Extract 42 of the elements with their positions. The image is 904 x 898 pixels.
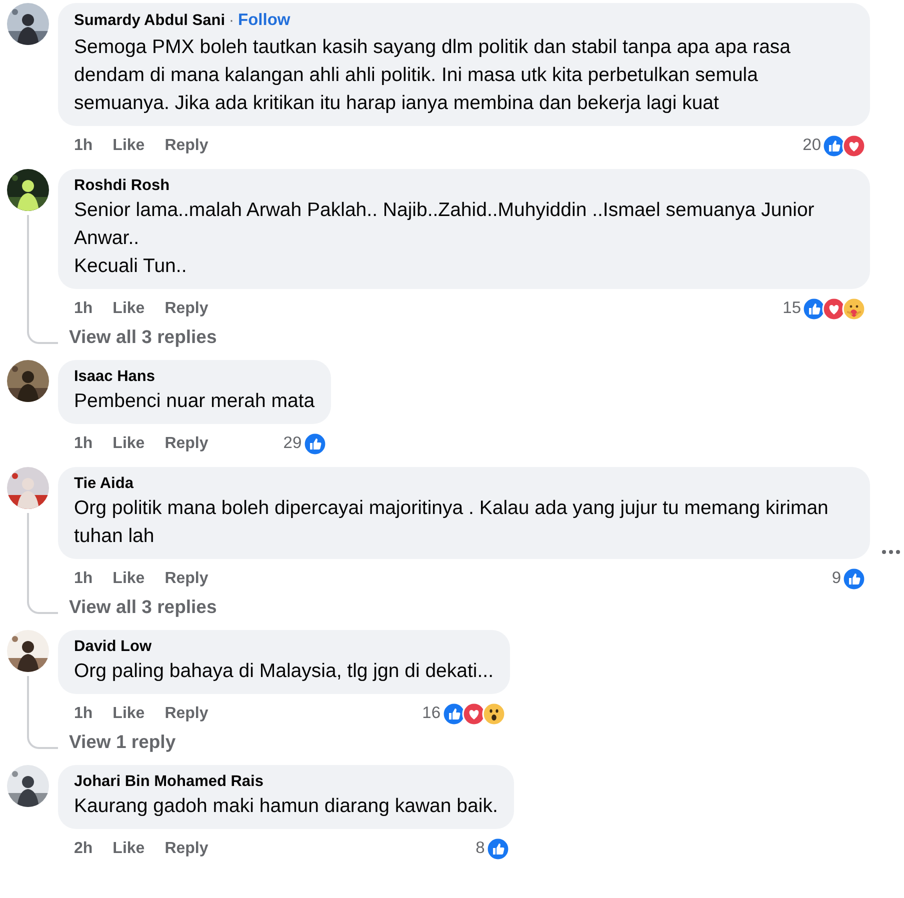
author-name[interactable]: David Low [74,636,152,656]
like-link[interactable]: Like [112,136,145,156]
reaction-count: 16 [422,703,440,724]
reaction-count: 29 [283,433,302,454]
timestamp: 1h [74,434,93,454]
comment-text: Pembenci nuar merah mata [74,388,315,414]
timestamp: 1h [74,136,93,156]
reply-link[interactable]: Reply [164,568,208,588]
comment-text: Org paling bahaya di Malaysia, tlg jgn di dekati... [74,658,494,684]
author-name[interactable]: Roshdi Rosh [74,176,170,196]
comment-text: Semoga PMX boleh tautkan kasih sayang dlm politik dan stabil tanpa apa apa rasa dendam di mana kalangan ahli ahli politik. Ini masa utk kita perbetulkan semula semuanya. Jika ada kritikan itu harap ianya membina dan bekerja lagi kuat [74,34,792,116]
timestamp: 1h [74,704,93,724]
reply-link[interactable]: Reply [164,298,208,318]
reply-link[interactable]: Reply [164,704,208,724]
more-options-icon[interactable] [880,548,902,556]
comment-text: Senior lama..malah Arwah Paklah.. Najib..Zahid..Muhyiddin ..Ismael semuanya Junior Anwar.. Kecuali Tun.. [74,198,816,278]
author-name[interactable]: Sumardy Abdul Sani [74,11,226,31]
reply-link[interactable]: Reply [164,136,208,156]
timestamp: 1h [74,298,93,318]
reaction-count: 15 [782,298,801,320]
follow-link[interactable]: Follow [238,10,290,30]
view-replies-link[interactable]: View all 3 replies [58,322,217,350]
reaction-count: 20 [802,135,821,156]
comment-text: Org politik mana boleh dipercayai majoritinya . Kalau ada yang jujur tu memang kiriman tuhan lah [74,496,830,548]
reaction-count: 9 [832,568,841,590]
author-name[interactable]: Tie Aida [74,474,134,494]
reaction-count: 8 [476,838,485,860]
like-link[interactable]: Like [112,704,145,724]
reply-link[interactable]: Reply [164,838,208,858]
author-name[interactable]: Johari Bin Mohamed Rais [74,772,264,792]
reply-link[interactable]: Reply [164,434,208,454]
view-replies-link[interactable]: View all 3 replies [58,592,217,620]
like-link[interactable]: Like [112,298,145,318]
like-link[interactable]: Like [112,568,145,588]
separator-dot: · [229,11,234,31]
like-link[interactable]: Like [112,434,145,454]
view-replies-link[interactable]: View 1 reply [58,728,176,756]
like-link[interactable]: Like [112,838,145,858]
timestamp: 1h [74,568,93,588]
comment-text: Kaurang gadoh maki hamun diarang kawan baik. [74,794,498,818]
timestamp: 2h [74,838,93,858]
author-name[interactable]: Isaac Hans [74,366,155,386]
